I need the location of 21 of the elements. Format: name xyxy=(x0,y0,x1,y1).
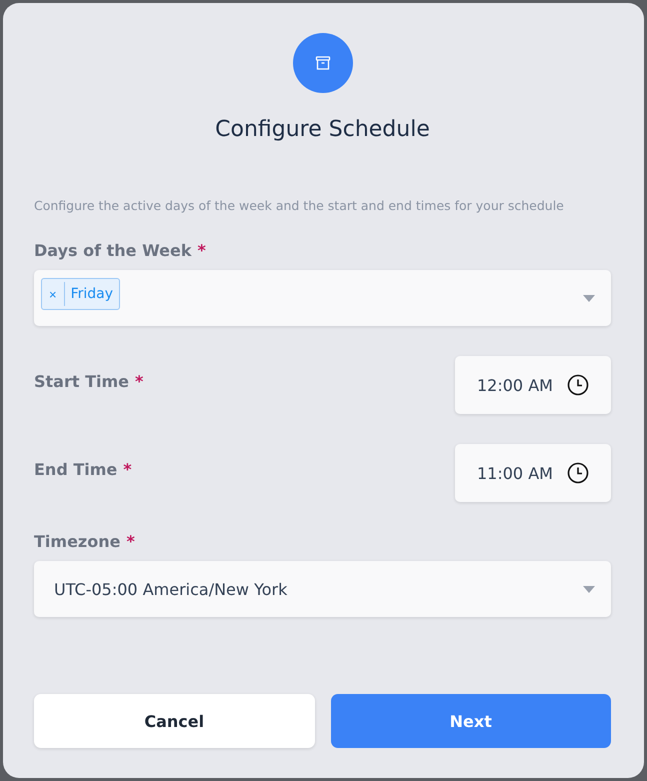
caret-icon xyxy=(583,295,595,302)
tag-label: Friday xyxy=(70,286,114,302)
clock-icon xyxy=(567,374,589,396)
required-mark: * xyxy=(135,372,144,391)
time-field[interactable]: 12:00 AM xyxy=(455,356,611,414)
required-mark: * xyxy=(123,460,132,479)
next-button[interactable]: Next xyxy=(330,694,611,748)
field-label: Start Time xyxy=(34,372,129,391)
cancel-button[interactable]: Cancel xyxy=(34,694,314,748)
dialog-title: Configure Schedule xyxy=(214,117,431,142)
archive-icon xyxy=(314,55,330,71)
timezone-select[interactable]: UTC-05:00 America/New York xyxy=(34,561,611,617)
field-label: Timezone xyxy=(34,532,120,551)
field-label: Days of the Week xyxy=(34,241,192,260)
field-label: End Time xyxy=(34,460,118,479)
clock-icon xyxy=(567,462,589,484)
time-field[interactable]: 11:00 AM xyxy=(455,444,611,502)
required-mark: * xyxy=(126,532,135,551)
caret-icon xyxy=(583,586,595,592)
required-mark: * xyxy=(198,241,206,260)
dialog-description: Configure the active days of the week and the start and end times for your schedule xyxy=(34,198,565,213)
